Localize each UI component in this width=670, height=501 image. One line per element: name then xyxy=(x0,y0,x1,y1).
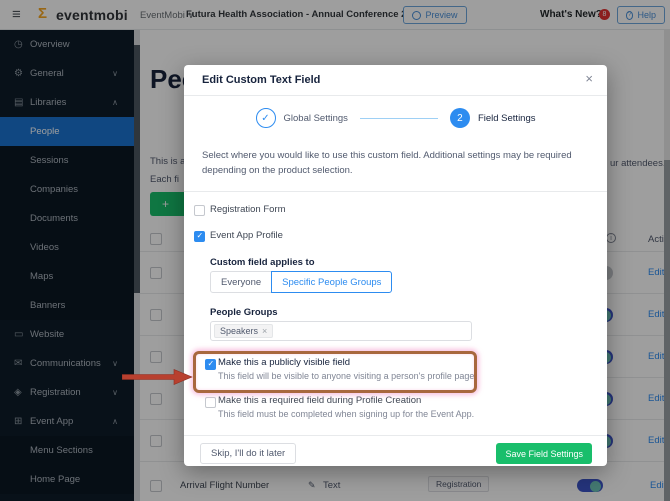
registration-form-checkbox[interactable] xyxy=(194,205,205,216)
edit-custom-text-field-modal: Edit Custom Text Field × ✓ Global Settin… xyxy=(184,65,607,466)
divider xyxy=(184,191,607,192)
step-connector-line xyxy=(359,117,438,119)
remove-tag-icon[interactable]: × xyxy=(262,326,267,336)
divider xyxy=(184,435,607,436)
close-icon[interactable]: × xyxy=(585,71,593,86)
step-1-check-icon: ✓ xyxy=(255,108,276,128)
skip-button[interactable]: Skip, I'll do it later xyxy=(200,443,297,464)
required-field-checkbox[interactable] xyxy=(205,397,216,408)
step-1-label: Global Settings xyxy=(283,112,348,124)
divider xyxy=(184,95,607,96)
required-field-label: Make this a required field during Profil… xyxy=(218,395,422,406)
event-app-profile-label: Event App Profile xyxy=(210,230,283,241)
speakers-tag: Speakers × xyxy=(214,324,274,338)
step-2-number: 2 xyxy=(449,108,470,128)
step-2-label: Field Settings xyxy=(477,112,536,124)
modal-title: Edit Custom Text Field xyxy=(202,74,321,86)
publicly-visible-label: Make this a publicly visible field xyxy=(218,357,351,368)
applies-to-label: Custom field applies to xyxy=(210,257,315,268)
people-groups-input[interactable]: Speakers × xyxy=(210,321,472,341)
people-groups-label: People Groups xyxy=(210,307,278,318)
registration-form-label: Registration Form xyxy=(210,204,286,215)
applies-to-segmented-control: Everyone Specific People Groups xyxy=(210,271,393,293)
publicly-visible-description: This field will be visible to anyone vis… xyxy=(218,371,477,381)
required-field-description: This field must be completed when signin… xyxy=(218,409,475,419)
modal-description: Select where you would like to use this … xyxy=(202,150,572,176)
step-indicator: ✓ Global Settings 2 Field Settings xyxy=(184,108,607,128)
specific-people-groups-button[interactable]: Specific People Groups xyxy=(271,271,393,293)
everyone-button[interactable]: Everyone xyxy=(210,271,273,293)
save-field-settings-button[interactable]: Save Field Settings xyxy=(496,443,592,464)
publicly-visible-checkbox[interactable] xyxy=(205,359,216,370)
event-app-profile-checkbox[interactable] xyxy=(194,231,205,242)
app-window: ≡ Σ eventmobi EventMobi ∨ Futura Health … xyxy=(0,0,670,501)
